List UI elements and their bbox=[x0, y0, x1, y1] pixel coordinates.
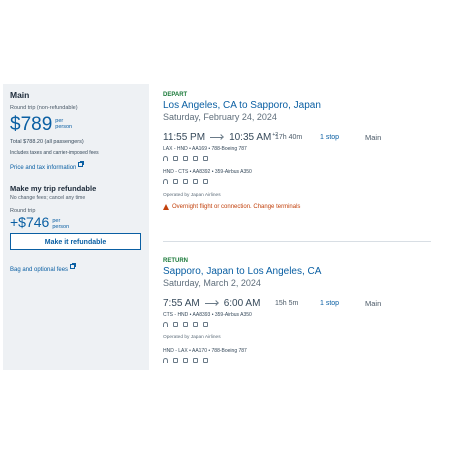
segment-info: CTS - HND • AA8393 • 359-Airbus A350 bbox=[163, 312, 252, 318]
return-times-row: 7:55 AM 6:00 AM 15h 5m 1 stop Main bbox=[163, 297, 433, 309]
price-row: $789 per person bbox=[10, 115, 142, 135]
meal-icon bbox=[193, 357, 198, 363]
segment-info: LAX - HND • AA169 • 788-Boeing 787 bbox=[163, 146, 247, 152]
arrive-time: 6:00 AM bbox=[223, 297, 261, 309]
meal-icon bbox=[193, 155, 198, 161]
depart-time: 7:55 AM bbox=[163, 297, 200, 309]
wifi-icon bbox=[163, 321, 168, 327]
fare-class-title: Main bbox=[10, 90, 30, 100]
price-tax-link[interactable]: Price and tax information bbox=[10, 165, 76, 171]
refundable-price-row: +$746 per person bbox=[10, 214, 142, 231]
depart-route: Los Angeles, CA to Sapporo, Japan bbox=[163, 100, 321, 111]
price-per-person: $789 bbox=[10, 114, 53, 135]
stops-link[interactable]: 1 stop bbox=[320, 300, 339, 307]
operated-by: Operated by Japan Airlines bbox=[163, 193, 221, 198]
depart-time: 11:55 PM bbox=[163, 131, 206, 143]
segment-info: HND - CTS • AA8392 • 359-Airbus A350 bbox=[163, 169, 252, 175]
arrive-time: 10:35 AM+2 bbox=[229, 131, 279, 143]
per-person-label: per person bbox=[55, 118, 73, 130]
entertainment-icon bbox=[183, 321, 188, 327]
seat-icon bbox=[203, 155, 208, 161]
warning-icon bbox=[163, 204, 169, 210]
return-date: Saturday, March 2, 2024 bbox=[163, 278, 261, 288]
power-icon bbox=[173, 155, 178, 161]
warning-message: Overnight flight or connection. Change t… bbox=[163, 204, 433, 210]
meal-icon bbox=[193, 321, 198, 327]
make-refundable-button[interactable]: Make it refundable bbox=[10, 233, 141, 250]
bag-fees-link[interactable]: Bag and optional fees bbox=[10, 267, 68, 273]
arrow-right-icon bbox=[204, 300, 219, 306]
depart-times-row: 11:55 PM 10:35 AM+2 17h 40m 1 stop Main bbox=[163, 131, 433, 143]
amenities-row bbox=[163, 178, 433, 184]
refundable-per-person-label: per person bbox=[52, 218, 70, 230]
price-tax-link-row[interactable]: Price and tax information bbox=[10, 156, 142, 174]
refundable-title: Make my trip refundable bbox=[10, 184, 97, 193]
seat-icon bbox=[203, 357, 208, 363]
amenities-row bbox=[163, 321, 433, 327]
wifi-icon bbox=[163, 357, 168, 363]
amenities-row bbox=[163, 155, 433, 161]
return-route: Sapporo, Japan to Los Angeles, CA bbox=[163, 266, 322, 277]
power-icon bbox=[173, 178, 178, 184]
flight-duration: 15h 5m bbox=[275, 299, 299, 307]
return-label: RETURN bbox=[163, 258, 188, 264]
cabin-class: Main bbox=[365, 132, 382, 142]
cabin-class: Main bbox=[365, 298, 382, 308]
trip-type-label: Round trip (non-refundable) bbox=[10, 105, 78, 111]
external-link-icon bbox=[78, 161, 85, 168]
amenities-row bbox=[163, 357, 433, 363]
power-icon bbox=[173, 321, 178, 327]
refundable-price: +$746 bbox=[10, 214, 50, 230]
segment-info: HND - LAX • AA170 • 788-Boeing 787 bbox=[163, 348, 247, 354]
depart-label: DEPART bbox=[163, 92, 188, 98]
wifi-icon bbox=[163, 178, 168, 184]
stops-link[interactable]: 1 stop bbox=[320, 134, 339, 141]
operated-by: Operated by Japan Airlines bbox=[163, 335, 221, 340]
wifi-icon bbox=[163, 155, 168, 161]
warning-text: Overnight flight or connection. Change t… bbox=[172, 204, 301, 210]
total-price: Total $788.20 (all passengers) bbox=[10, 139, 84, 145]
refundable-subtitle: No change fees; cancel any time bbox=[10, 195, 86, 201]
external-link-icon bbox=[70, 263, 77, 270]
entertainment-icon bbox=[183, 178, 188, 184]
power-icon bbox=[173, 357, 178, 363]
entertainment-icon bbox=[183, 357, 188, 363]
fare-summary-panel: Main Round trip (non-refundable) $789 pe… bbox=[3, 84, 149, 370]
entertainment-icon bbox=[183, 155, 188, 161]
flight-duration: 17h 40m bbox=[275, 133, 303, 141]
arrow-right-icon bbox=[210, 134, 224, 140]
meal-icon bbox=[193, 178, 198, 184]
seat-icon bbox=[203, 178, 208, 184]
bag-fees-link-row[interactable]: Bag and optional fees bbox=[10, 258, 142, 276]
seat-icon bbox=[203, 321, 208, 327]
depart-flight-card: DEPART Los Angeles, CA to Sapporo, Japan… bbox=[163, 92, 433, 210]
depart-date: Saturday, February 24, 2024 bbox=[163, 112, 277, 122]
divider bbox=[163, 241, 431, 242]
return-flight-card: RETURN Sapporo, Japan to Los Angeles, CA… bbox=[163, 258, 433, 363]
